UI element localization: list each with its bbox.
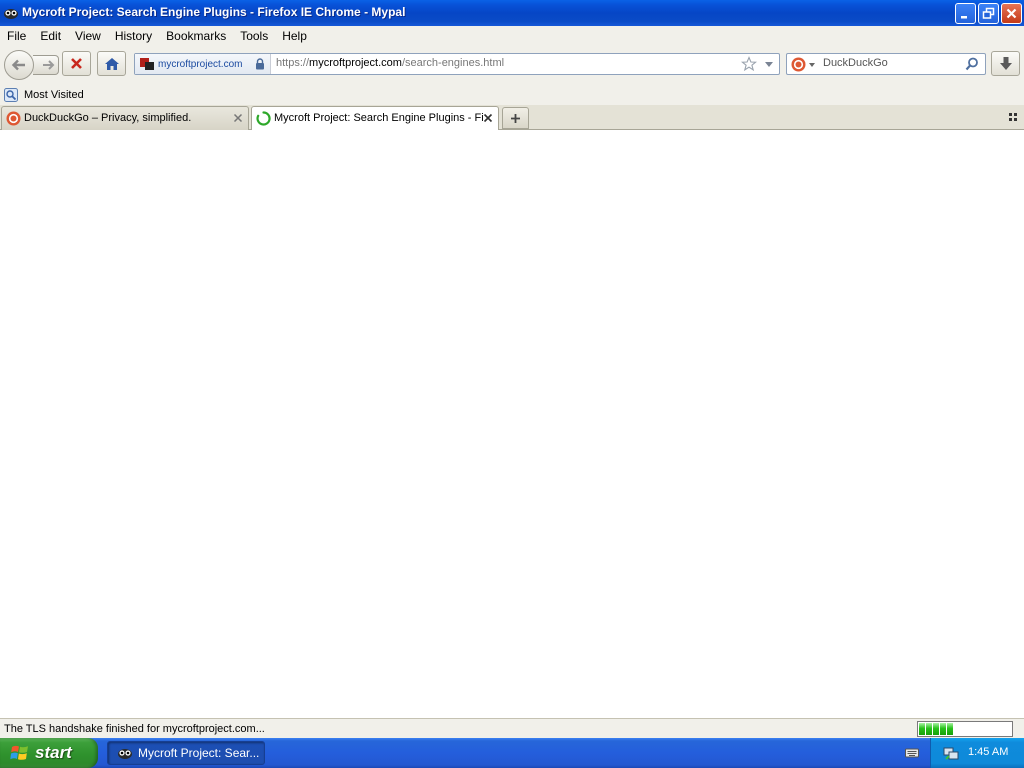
url-host: mycroftproject.com [309,57,402,69]
tab-label: Mycroft Project: Search Engine Plugins -… [274,112,484,124]
tab-strip: DuckDuckGo – Privacy, simplified. Mycrof… [0,105,1024,131]
mypal-icon [118,749,132,759]
window-title: Mycroft Project: Search Engine Plugins -… [22,5,406,19]
windows-logo-icon [10,745,28,760]
status-text: The TLS handshake finished for mycroftpr… [4,723,265,735]
duckduckgo-engine-icon[interactable] [791,57,806,72]
stop-icon [71,58,82,69]
home-button[interactable] [97,51,126,76]
bookmark-star-icon[interactable] [741,56,757,72]
url-text[interactable]: https://mycroftproject.com/search-engine… [276,57,504,69]
menu-bookmarks[interactable]: Bookmarks [159,26,233,46]
list-all-tabs-icon[interactable] [1007,111,1019,123]
progress-segment [947,723,953,735]
bookmark-folder-icon [4,87,18,102]
search-bar[interactable]: DuckDuckGo [786,53,986,75]
stop-button[interactable] [62,51,91,76]
progress-segment [940,723,946,735]
progress-segment [926,723,932,735]
navigation-toolbar: mycroftproject.com https://mycroftprojec… [0,46,1024,84]
menu-bar: File Edit View History Bookmarks Tools H… [0,26,1024,46]
keyboard-icon[interactable] [905,746,919,760]
url-history-dropdown-icon[interactable] [764,61,774,68]
window-titlebar[interactable]: Mycroft Project: Search Engine Plugins -… [0,0,1024,26]
url-bar[interactable]: mycroftproject.com https://mycroftprojec… [134,53,780,75]
search-input[interactable]: DuckDuckGo [823,57,888,69]
page-content-area[interactable] [0,130,1024,718]
bookmarks-toolbar: Most Visited [0,84,1024,105]
tab-label: DuckDuckGo – Privacy, simplified. [24,112,192,124]
start-label: start [35,743,72,762]
duckduckgo-icon [6,111,21,126]
tab-close-icon[interactable] [233,113,243,123]
forward-button[interactable] [33,55,59,75]
windows-taskbar: start Mycroft Project: Sear... 1:45 AM [0,738,1024,768]
taskbar-clock: 1:45 AM [968,746,1009,758]
minimize-icon [961,16,967,19]
page-load-progress-bar [917,721,1013,737]
progress-segment [919,723,925,735]
menu-view[interactable]: View [68,26,108,46]
back-arrow-icon [11,59,25,71]
plus-icon [511,113,520,123]
url-path: /search-engines.html [401,57,505,69]
back-forward-group [4,50,60,80]
restore-button[interactable] [978,3,999,24]
menu-file[interactable]: File [0,26,33,46]
search-magnifier-icon[interactable] [965,57,979,71]
loading-spinner-icon [256,111,271,126]
tab-mycroft-project[interactable]: Mycroft Project: Search Engine Plugins -… [251,106,499,131]
bookmark-label: Most Visited [24,88,84,101]
bookmark-most-visited[interactable]: Most Visited [4,86,84,103]
forward-arrow-icon [42,60,54,70]
site-favicon-icon [140,58,154,70]
taskbar-window-button[interactable]: Mycroft Project: Sear... [107,741,265,765]
close-button[interactable] [1001,3,1022,24]
progress-fill [919,723,1011,735]
new-tab-button[interactable] [502,107,529,129]
restore-icon [982,7,995,19]
progress-segment [933,723,939,735]
menu-history[interactable]: History [108,26,159,46]
close-icon [1006,8,1017,19]
menu-edit[interactable]: Edit [33,26,68,46]
home-icon [104,57,119,70]
taskbar-window-label: Mycroft Project: Sear... [138,746,260,760]
menu-tools[interactable]: Tools [233,26,275,46]
downloads-button[interactable] [991,51,1020,76]
tab-duckduckgo[interactable]: DuckDuckGo – Privacy, simplified. [1,106,249,130]
url-scheme: https:// [276,57,310,69]
system-tray: 1:45 AM [930,738,1024,768]
tab-close-icon[interactable] [483,113,493,123]
lock-icon [256,58,264,70]
engine-dropdown-icon[interactable] [809,63,815,67]
download-arrow-icon [999,57,1012,70]
identity-site-name: mycroftproject.com [158,58,243,70]
start-button[interactable]: start [0,738,98,768]
network-icon[interactable] [943,745,959,761]
minimize-button[interactable] [955,3,976,24]
mypal-icon [4,9,18,19]
status-bar: The TLS handshake finished for mycroftpr… [0,718,1024,738]
site-identity-button[interactable]: mycroftproject.com [135,54,271,74]
menu-help[interactable]: Help [275,26,314,46]
back-button[interactable] [4,50,34,80]
